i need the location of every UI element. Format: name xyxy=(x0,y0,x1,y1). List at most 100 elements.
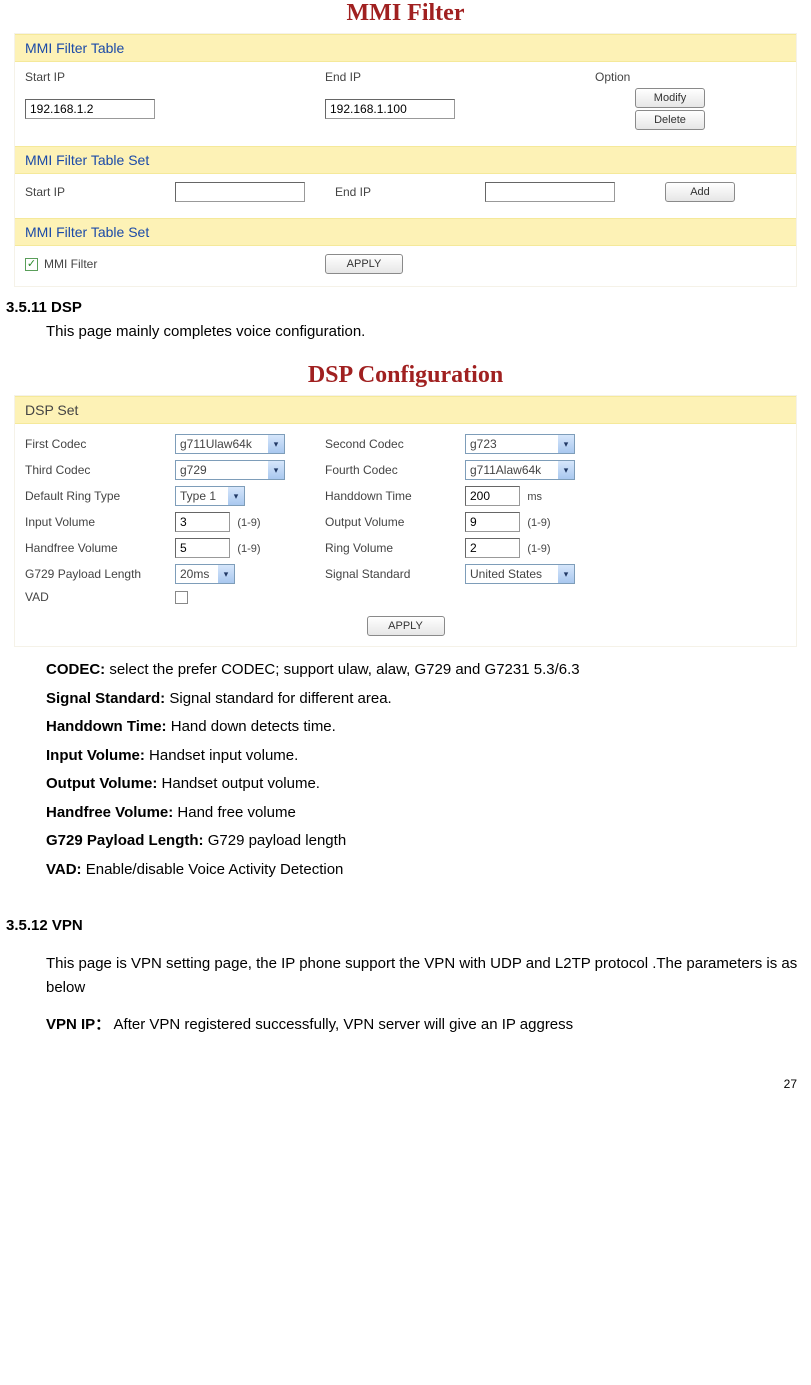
label-signal: Signal Standard xyxy=(325,567,465,581)
def-handdown-term: Handdown Time: xyxy=(46,718,167,735)
mmi-table-bar: MMI Filter Table xyxy=(15,34,796,62)
def-signal-desc: Signal standard for different area. xyxy=(165,690,392,707)
dsp-panel: DSP Set First Codec g711Ulaw64k ▾ Second… xyxy=(14,395,797,647)
ring-volume-field[interactable] xyxy=(465,538,520,558)
label-vad: VAD xyxy=(25,590,175,604)
g729-value: 20ms xyxy=(180,567,209,581)
second-codec-select[interactable]: g723 ▾ xyxy=(465,434,575,454)
def-handdown: Handdown Time: Hand down detects time. xyxy=(46,716,807,739)
def-input-term: Input Volume: xyxy=(46,747,145,764)
output-volume-hint: (1-9) xyxy=(527,517,550,529)
label-third-codec: Third Codec xyxy=(25,463,175,477)
dsp-heading: 3.5.11 DSP xyxy=(4,299,807,316)
add-button[interactable]: Add xyxy=(665,182,735,202)
set-start-label: Start IP xyxy=(25,185,175,199)
mmi-filter-label: MMI Filter xyxy=(44,257,97,271)
mmi-set-row: Start IP End IP Add xyxy=(15,180,796,204)
delete-button[interactable]: Delete xyxy=(635,110,705,130)
def-output: Output Volume: Handset output volume. xyxy=(46,773,807,796)
def-signal: Signal Standard: Signal standard for dif… xyxy=(46,688,807,711)
input-volume-field[interactable] xyxy=(175,512,230,532)
mmi-filter-checkbox[interactable]: ✓ xyxy=(25,258,38,271)
label-handdown: Handdown Time xyxy=(325,489,465,503)
page-number: 27 xyxy=(4,1077,797,1091)
def-output-desc: Handset output volume. xyxy=(157,775,320,792)
chevron-down-icon: ▾ xyxy=(268,461,284,479)
col-start-label: Start IP xyxy=(25,70,325,84)
default-ring-value: Type 1 xyxy=(180,489,216,503)
label-output-volume: Output Volume xyxy=(325,515,465,529)
end-ip-field[interactable] xyxy=(325,99,455,119)
def-vpnip-term: VPN IP： xyxy=(46,1016,110,1033)
handfree-volume-field[interactable] xyxy=(175,538,230,558)
def-vad-term: VAD: xyxy=(46,861,82,878)
chevron-down-icon: ▾ xyxy=(218,565,234,583)
def-codec-desc: select the prefer CODEC; support ulaw, a… xyxy=(105,661,579,678)
start-ip-field[interactable] xyxy=(25,99,155,119)
third-codec-select[interactable]: g729 ▾ xyxy=(175,460,285,480)
def-codec: CODEC: select the prefer CODEC; support … xyxy=(46,659,807,682)
mmi-set-bar-1: MMI Filter Table Set xyxy=(15,146,796,174)
fourth-codec-value: g711Alaw64k xyxy=(470,463,541,477)
def-g729-desc: G729 payload length xyxy=(204,832,347,849)
input-volume-hint: (1-9) xyxy=(237,517,260,529)
mmi-set-bar-2: MMI Filter Table Set xyxy=(15,218,796,246)
def-handfree: Handfree Volume: Hand free volume xyxy=(46,802,807,825)
col-option-label: Option xyxy=(595,70,745,84)
def-handdown-desc: Hand down detects time. xyxy=(167,718,336,735)
dsp-apply-button[interactable]: APPLY xyxy=(367,616,445,636)
def-g729: G729 Payload Length: G729 payload length xyxy=(46,830,807,853)
chevron-down-icon: ▾ xyxy=(558,461,574,479)
def-vpnip-desc: After VPN registered successfully, VPN s… xyxy=(110,1016,573,1033)
chevron-down-icon: ▾ xyxy=(228,487,244,505)
default-ring-select[interactable]: Type 1 ▾ xyxy=(175,486,245,506)
handdown-unit: ms xyxy=(527,491,542,503)
label-handfree-volume: Handfree Volume xyxy=(25,541,175,555)
label-default-ring: Default Ring Type xyxy=(25,489,175,503)
dsp-set-bar: DSP Set xyxy=(15,396,796,424)
mmi-data-row: Modify Delete xyxy=(15,86,796,132)
dsp-grid: First Codec g711Ulaw64k ▾ Second Codec g… xyxy=(15,430,796,608)
def-vpnip: VPN IP： After VPN registered successfull… xyxy=(46,1014,807,1037)
mmi-apply-row: ✓ MMI Filter APPLY xyxy=(15,252,796,276)
ring-volume-hint: (1-9) xyxy=(527,543,550,555)
vad-checkbox[interactable] xyxy=(175,591,188,604)
modify-button[interactable]: Modify xyxy=(635,88,705,108)
label-first-codec: First Codec xyxy=(25,437,175,451)
output-volume-field[interactable] xyxy=(465,512,520,532)
fourth-codec-select[interactable]: g711Alaw64k ▾ xyxy=(465,460,575,480)
g729-select[interactable]: 20ms ▾ xyxy=(175,564,235,584)
third-codec-value: g729 xyxy=(180,463,207,477)
mmi-apply-button[interactable]: APPLY xyxy=(325,254,403,274)
handfree-volume-hint: (1-9) xyxy=(237,543,260,555)
handdown-input[interactable] xyxy=(465,486,520,506)
set-end-input[interactable] xyxy=(485,182,615,202)
chevron-down-icon: ▾ xyxy=(558,565,574,583)
label-g729: G729 Payload Length xyxy=(25,567,175,581)
first-codec-value: g711Ulaw64k xyxy=(180,437,252,451)
def-output-term: Output Volume: xyxy=(46,775,157,792)
def-input: Input Volume: Handset input volume. xyxy=(46,745,807,768)
mmi-title: MMI Filter xyxy=(4,0,807,27)
def-handfree-desc: Hand free volume xyxy=(173,804,296,821)
def-input-desc: Handset input volume. xyxy=(145,747,298,764)
vpn-heading: 3.5.12 VPN xyxy=(4,917,807,934)
def-codec-term: CODEC: xyxy=(46,661,105,678)
second-codec-value: g723 xyxy=(470,437,497,451)
col-end-label: End IP xyxy=(325,70,595,84)
def-signal-term: Signal Standard: xyxy=(46,690,165,707)
mmi-panel: MMI Filter Table Start IP End IP Option … xyxy=(14,33,797,287)
label-fourth-codec: Fourth Codec xyxy=(325,463,465,477)
label-input-volume: Input Volume xyxy=(25,515,175,529)
mmi-header-row: Start IP End IP Option xyxy=(15,68,796,86)
dsp-intro: This page mainly completes voice configu… xyxy=(46,320,807,344)
chevron-down-icon: ▾ xyxy=(268,435,284,453)
label-ring-volume: Ring Volume xyxy=(325,541,465,555)
vpn-intro: This page is VPN setting page, the IP ph… xyxy=(46,952,807,1000)
first-codec-select[interactable]: g711Ulaw64k ▾ xyxy=(175,434,285,454)
def-handfree-term: Handfree Volume: xyxy=(46,804,173,821)
signal-select[interactable]: United States ▾ xyxy=(465,564,575,584)
set-end-label: End IP xyxy=(335,185,485,199)
def-g729-term: G729 Payload Length: xyxy=(46,832,204,849)
set-start-input[interactable] xyxy=(175,182,305,202)
